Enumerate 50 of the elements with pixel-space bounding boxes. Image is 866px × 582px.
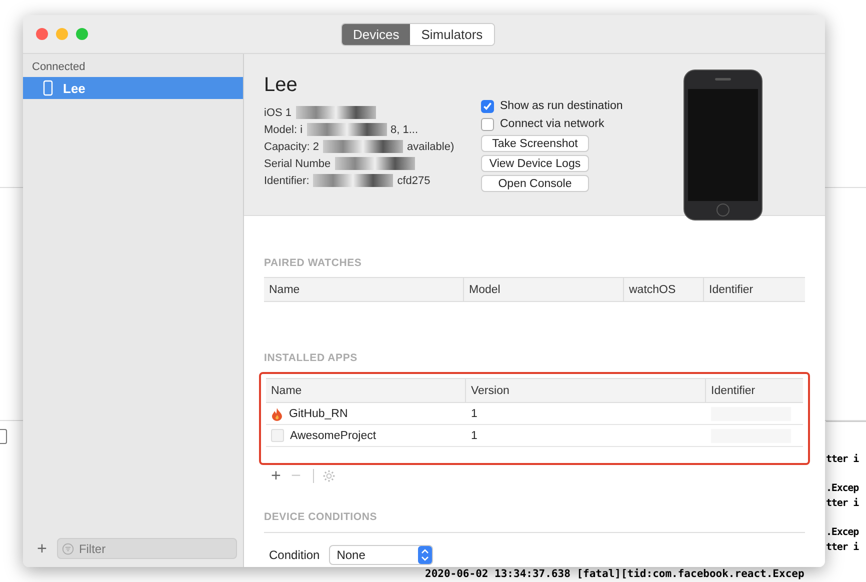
minimize-button[interactable] — [56, 28, 68, 40]
device-info: Model: i — [264, 124, 303, 136]
flame-icon — [271, 406, 283, 420]
column-header[interactable]: Identifier — [704, 278, 805, 301]
action-button[interactable]: View Device Logs — [481, 155, 589, 172]
add-button[interactable]: + — [267, 466, 285, 486]
console-line: tter i — [826, 496, 860, 511]
column-header[interactable]: Version — [466, 379, 706, 402]
app-icon — [271, 429, 284, 442]
column-header[interactable]: watchOS — [624, 278, 704, 301]
app-name: AwesomeProject — [290, 430, 376, 442]
table-cell-text: 1 — [470, 428, 478, 444]
action-button[interactable]: Take Screenshot — [481, 135, 589, 152]
tab[interactable]: Devices — [342, 24, 410, 44]
filter-field[interactable]: Filter — [56, 538, 237, 559]
device-info: Serial Numbe — [264, 158, 331, 170]
section-heading: DEVICE CONDITIONS — [264, 511, 378, 523]
stepper-icon — [418, 546, 432, 564]
device-info: Capacity: 2 — [264, 140, 320, 152]
action-button[interactable]: Open Console — [481, 175, 589, 192]
checkbox-label: Connect via network — [500, 118, 604, 130]
app-name: GitHub_RN — [289, 408, 348, 420]
field-label: Condition — [269, 548, 320, 562]
column-header[interactable]: Name — [266, 379, 466, 402]
console-line: tter i — [826, 452, 860, 467]
column-header[interactable]: Identifier — [706, 379, 803, 402]
device-info: iOS 1 — [264, 106, 292, 118]
device-info: Identifier: — [264, 174, 310, 186]
device-info: available) — [407, 140, 454, 152]
section-heading: INSTALLED APPS — [264, 352, 358, 364]
checkbox[interactable] — [481, 118, 494, 130]
table-cell-text: 1 — [470, 406, 478, 422]
checkbox-label: Show as run destination — [500, 100, 623, 112]
condition-dropdown[interactable]: None — [328, 545, 433, 565]
close-button[interactable] — [36, 28, 48, 40]
console-line: .Excep — [826, 482, 860, 496]
device-info: 8, 1... — [390, 124, 418, 136]
console-line: 2020-06-02 13:34:37.638 [fatal][tid:com.facebook.react.Excep — [425, 568, 804, 581]
section-heading: PAIRED WATCHES — [264, 257, 363, 269]
section-header: Connected — [31, 60, 86, 75]
checkbox[interactable] — [481, 100, 494, 112]
phone-icon — [43, 80, 53, 96]
device-name: Lee — [264, 74, 298, 97]
console-line: .Excep — [826, 526, 860, 540]
column-header[interactable]: Name — [264, 278, 464, 301]
device-info: cfd275 — [397, 174, 430, 186]
add-button[interactable]: + — [33, 538, 51, 558]
zoom-button[interactable] — [76, 28, 88, 40]
console-line: tter i — [826, 540, 860, 555]
column-header[interactable]: Model — [464, 278, 624, 301]
